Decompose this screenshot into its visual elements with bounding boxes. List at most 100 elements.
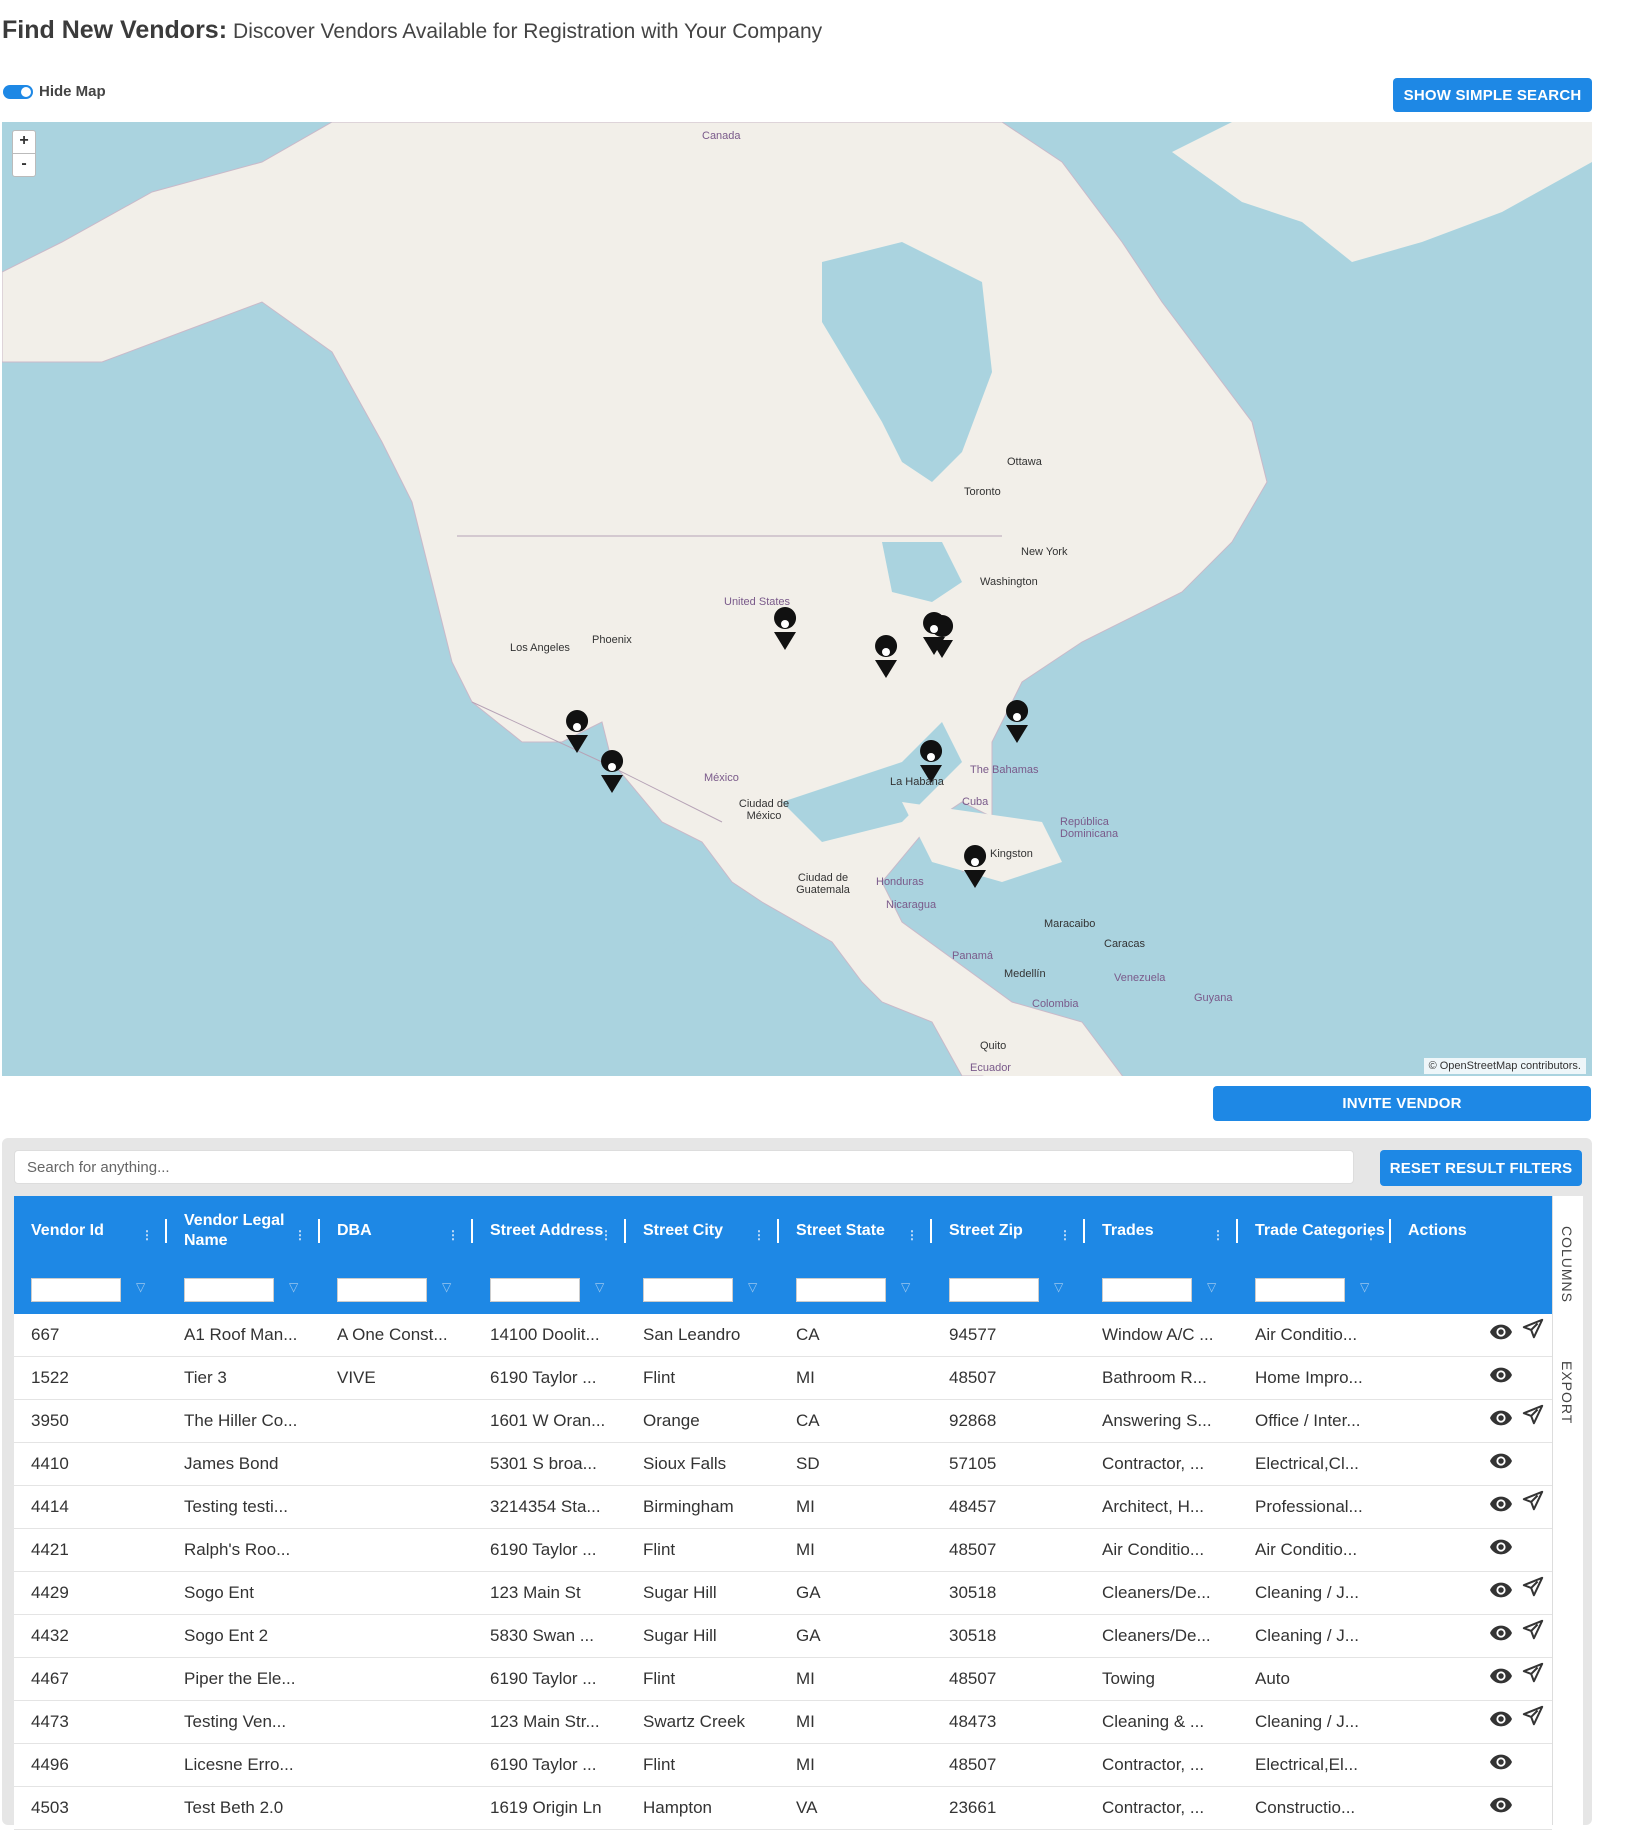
send-icon[interactable] xyxy=(1522,1658,1544,1700)
filter-icon[interactable]: ▽ xyxy=(1360,1280,1369,1294)
eye-icon[interactable] xyxy=(1490,1357,1512,1399)
cell-city: Birmingham xyxy=(643,1497,734,1516)
eye-icon[interactable] xyxy=(1490,1572,1512,1614)
eye-icon[interactable] xyxy=(1490,1744,1512,1786)
zoom-in-button[interactable]: + xyxy=(12,130,36,154)
eye-icon[interactable] xyxy=(1490,1529,1512,1571)
eye-icon[interactable] xyxy=(1490,1658,1512,1700)
table-row[interactable]: 4467 Piper the Ele... 6190 Taylor ... Flint… xyxy=(14,1658,1552,1701)
table-row[interactable]: 4432 Sogo Ent 2 5830 Swan ... Sugar Hill GA 3… xyxy=(14,1615,1552,1658)
table-row[interactable]: 4421 Ralph's Roo... 6190 Taylor ... Flint MI… xyxy=(14,1529,1552,1572)
header-label: Street State xyxy=(796,1222,885,1239)
column-header-street-state[interactable]: Street State ⋮ xyxy=(779,1196,932,1266)
filter-icon[interactable]: ▽ xyxy=(136,1280,145,1294)
filter-icon[interactable]: ▽ xyxy=(748,1280,757,1294)
table-row[interactable]: 4496 Licesne Erro... 6190 Taylor ... Flint M… xyxy=(14,1744,1552,1787)
column-header-street-zip[interactable]: Street Zip ⋮ xyxy=(932,1196,1085,1266)
column-header-street-address[interactable]: Street Address ⋮ xyxy=(473,1196,626,1266)
filter-input[interactable] xyxy=(1255,1278,1345,1302)
cell-street-address: 1601 W Oran... xyxy=(490,1411,606,1430)
cell-dba xyxy=(320,1615,473,1657)
filter-icon[interactable]: ▽ xyxy=(1207,1280,1216,1294)
column-header-trades[interactable]: Trades ⋮ xyxy=(1085,1196,1238,1266)
eye-icon[interactable] xyxy=(1490,1486,1512,1528)
cell-trade-categories: Auto xyxy=(1255,1669,1290,1688)
eye-icon[interactable] xyxy=(1490,1701,1512,1743)
hide-map-toggle[interactable]: Hide Map xyxy=(3,83,106,100)
columns-tab[interactable]: COLUMNS xyxy=(1559,1226,1575,1303)
search-input[interactable]: Search for anything... xyxy=(14,1150,1354,1184)
table-row[interactable]: 4410 James Bond 5301 S broa... Sioux Falls S… xyxy=(14,1443,1552,1486)
filter-icon[interactable]: ▽ xyxy=(901,1280,910,1294)
column-header-street-city[interactable]: Street City ⋮ xyxy=(626,1196,779,1266)
column-menu-icon[interactable]: ⋮ xyxy=(1365,1225,1377,1245)
table-row[interactable]: 4414 Testing testi... 3214354 Sta... Birmin… xyxy=(14,1486,1552,1529)
page-title-main: Find New Vendors: xyxy=(2,16,228,44)
filter-input[interactable] xyxy=(796,1278,886,1302)
table-row[interactable]: 4503 Test Beth 2.0 1619 Origin Ln Hampton VA… xyxy=(14,1787,1552,1830)
send-icon[interactable] xyxy=(1522,1400,1544,1442)
cell-actions xyxy=(1391,1529,1552,1571)
table-row[interactable]: 667 A1 Roof Man... A One Const... 14100 Doo… xyxy=(14,1314,1552,1357)
column-menu-icon[interactable]: ⋮ xyxy=(141,1225,153,1245)
cell-street-address: 123 Main St xyxy=(490,1583,581,1602)
cell-legal-name: Tier 3 xyxy=(184,1368,227,1387)
table-row[interactable]: 4473 Testing Ven... 123 Main Str... Swartz … xyxy=(14,1701,1552,1744)
label-nicaragua: Nicaragua xyxy=(886,899,937,911)
send-icon[interactable] xyxy=(1522,1314,1544,1356)
header-label: Vendor Id xyxy=(31,1222,104,1239)
filter-icon[interactable]: ▽ xyxy=(289,1280,298,1294)
column-menu-icon[interactable]: ⋮ xyxy=(294,1225,306,1245)
cell-zip: 48507 xyxy=(949,1755,997,1774)
vendor-grid-panel: Search for anything... RESET RESULT FILT… xyxy=(2,1138,1592,1830)
column-header-vendor-id[interactable]: Vendor Id ⋮ xyxy=(14,1196,167,1266)
eye-icon[interactable] xyxy=(1490,1314,1512,1356)
column-header-trade-categories[interactable]: Trade Categories ⋮ xyxy=(1238,1196,1391,1266)
column-menu-icon[interactable]: ⋮ xyxy=(447,1225,459,1245)
filter-input[interactable] xyxy=(643,1278,733,1302)
export-tab[interactable]: EXPORT xyxy=(1559,1361,1575,1424)
filter-icon[interactable]: ▽ xyxy=(442,1280,451,1294)
column-menu-icon[interactable]: ⋮ xyxy=(1059,1225,1071,1245)
table-row[interactable]: 3950 The Hiller Co... 1601 W Oran... Orange… xyxy=(14,1400,1552,1443)
filter-input[interactable] xyxy=(949,1278,1039,1302)
send-icon[interactable] xyxy=(1522,1615,1544,1657)
page-title: Find New Vendors: Discover Vendors Availa… xyxy=(2,16,822,45)
filter-input[interactable] xyxy=(1102,1278,1192,1302)
vendor-map[interactable]: Canada Ottawa Toronto New York Washingto… xyxy=(2,122,1592,1076)
column-menu-icon[interactable]: ⋮ xyxy=(753,1225,765,1245)
send-icon[interactable] xyxy=(1522,1572,1544,1614)
eye-icon[interactable] xyxy=(1490,1787,1512,1829)
filter-input[interactable] xyxy=(337,1278,427,1302)
column-menu-icon[interactable]: ⋮ xyxy=(600,1225,612,1245)
column-menu-icon[interactable]: ⋮ xyxy=(906,1225,918,1245)
filter-input[interactable] xyxy=(31,1278,121,1302)
filter-icon[interactable]: ▽ xyxy=(1054,1280,1063,1294)
column-menu-icon[interactable]: ⋮ xyxy=(1212,1225,1224,1245)
eye-icon[interactable] xyxy=(1490,1615,1512,1657)
column-header-vendor-legal-name[interactable]: Vendor Legal Name ⋮ xyxy=(167,1196,320,1266)
filter-icon[interactable]: ▽ xyxy=(595,1280,604,1294)
filter-input[interactable] xyxy=(490,1278,580,1302)
column-header-dba[interactable]: DBA ⋮ xyxy=(320,1196,473,1266)
table-header: Vendor Id ⋮ Vendor Legal Name ⋮ DBA ⋮ Stree… xyxy=(14,1196,1552,1266)
table-row[interactable]: 4429 Sogo Ent 123 Main St Sugar Hill GA 30518… xyxy=(14,1572,1552,1615)
toggle-switch[interactable] xyxy=(3,84,33,99)
cell-zip: 94577 xyxy=(949,1325,997,1344)
table-row[interactable]: 1522 Tier 3 VIVE 6190 Taylor ... Flint MI 4850… xyxy=(14,1357,1552,1400)
eye-icon[interactable] xyxy=(1490,1400,1512,1442)
reset-result-filters-button[interactable]: RESET RESULT FILTERS xyxy=(1380,1150,1582,1186)
cell-actions xyxy=(1391,1572,1552,1614)
map-canvas xyxy=(2,122,1592,1076)
show-simple-search-button[interactable]: SHOW SIMPLE SEARCH xyxy=(1393,78,1592,112)
send-icon[interactable] xyxy=(1522,1486,1544,1528)
header-label: Trades xyxy=(1102,1222,1154,1239)
map-attribution[interactable]: © OpenStreetMap contributors. xyxy=(1423,1058,1586,1074)
cell-actions xyxy=(1391,1314,1552,1356)
cell-actions xyxy=(1391,1357,1552,1399)
zoom-out-button[interactable]: - xyxy=(12,153,36,177)
send-icon[interactable] xyxy=(1522,1701,1544,1743)
invite-vendor-button[interactable]: INVITE VENDOR xyxy=(1213,1086,1591,1121)
filter-input[interactable] xyxy=(184,1278,274,1302)
eye-icon[interactable] xyxy=(1490,1443,1512,1485)
